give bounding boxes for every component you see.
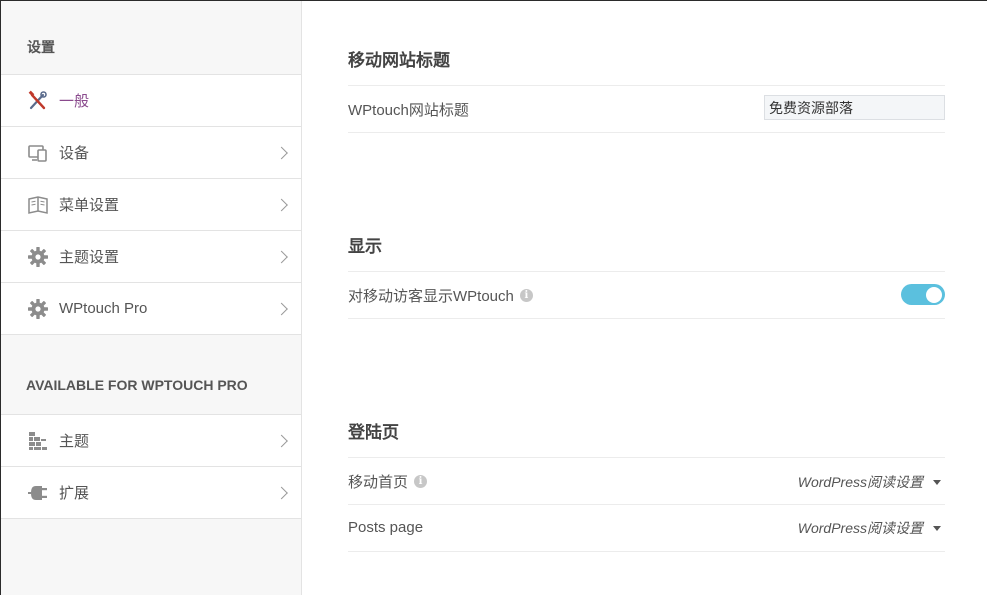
sidebar-item-wptouch-pro[interactable]: WPtouch Pro [1,283,301,335]
settings-main: 移动网站标题 WPtouch网站标题 显示 对移动访客显示WPtouch i 登… [303,1,987,595]
sidebar-item-label: 菜单设置 [59,197,120,214]
mobile-homepage-select[interactable]: WordPress阅读设置 [798,472,941,492]
site-title-label: WPtouch网站标题 [348,101,469,119]
sidebar-item-label: 主题 [59,433,90,450]
chevron-right-icon [275,434,288,447]
bricks-icon [27,430,49,452]
sidebar-settings-list: 一般 设备 菜单设置 主题设置 WPtouch Pro [1,75,301,335]
sidebar-item-label: WPtouch Pro [59,300,148,317]
caret-down-icon [933,479,941,485]
tools-icon [27,90,49,112]
sidebar-item-general[interactable]: 一般 [1,75,301,127]
sidebar-pro-list: 主题 扩展 [1,415,301,519]
book-icon [27,194,49,216]
info-icon[interactable]: i [414,474,428,488]
sidebar-item-theme-settings[interactable]: 主题设置 [1,231,301,283]
chevron-right-icon [275,250,288,263]
toggle-knob [926,286,942,303]
section-title-site-title: 移动网站标题 [348,51,450,70]
sidebar-item-themes[interactable]: 主题 [1,415,301,467]
sidebar-item-label: 设备 [59,145,90,162]
sidebar-item-devices[interactable]: 设备 [1,127,301,179]
plug-icon [27,482,49,504]
chevron-right-icon [275,198,288,211]
gear-icon [27,246,49,268]
devices-icon [27,142,49,164]
site-title-row: WPtouch网站标题 [348,85,945,133]
caret-down-icon [933,525,941,531]
sidebar-heading: 设置 [1,1,301,75]
chevron-right-icon [275,302,288,315]
section-title-landing: 登陆页 [348,423,399,442]
sidebar-pro-heading: AVAILABLE FOR WPTOUCH PRO [1,335,301,415]
posts-page-row: Posts page WordPress阅读设置 [348,504,945,552]
gear-icon [27,298,49,320]
chevron-right-icon [275,146,288,159]
info-icon[interactable]: i [519,288,533,302]
section-title-display: 显示 [348,237,382,256]
site-title-input[interactable] [764,95,945,120]
mobile-homepage-label: 移动首页 [348,473,409,491]
display-toggle-row: 对移动访客显示WPtouch i [348,271,945,319]
select-value: WordPress阅读设置 [797,474,923,490]
posts-page-select[interactable]: WordPress阅读设置 [798,518,941,538]
sidebar-item-label: 一般 [59,93,90,110]
chevron-right-icon [275,486,288,499]
sidebar-item-label: 扩展 [59,485,90,502]
display-toggle-label: 对移动访客显示WPtouch [348,287,514,305]
show-wptouch-toggle[interactable] [901,284,945,305]
sidebar-item-menu-settings[interactable]: 菜单设置 [1,179,301,231]
sidebar-item-label: 主题设置 [59,249,120,266]
sidebar: 设置 一般 设备 菜单设置 主题设置 WPtouch Pro AVAILABLE… [1,1,302,595]
select-value: WordPress阅读设置 [797,520,923,536]
sidebar-item-extensions[interactable]: 扩展 [1,467,301,519]
posts-page-label: Posts page [348,519,424,536]
mobile-homepage-row: 移动首页 i WordPress阅读设置 [348,457,945,505]
settings-page: 设置 一般 设备 菜单设置 主题设置 WPtouch Pro AVAILABLE… [0,0,987,595]
